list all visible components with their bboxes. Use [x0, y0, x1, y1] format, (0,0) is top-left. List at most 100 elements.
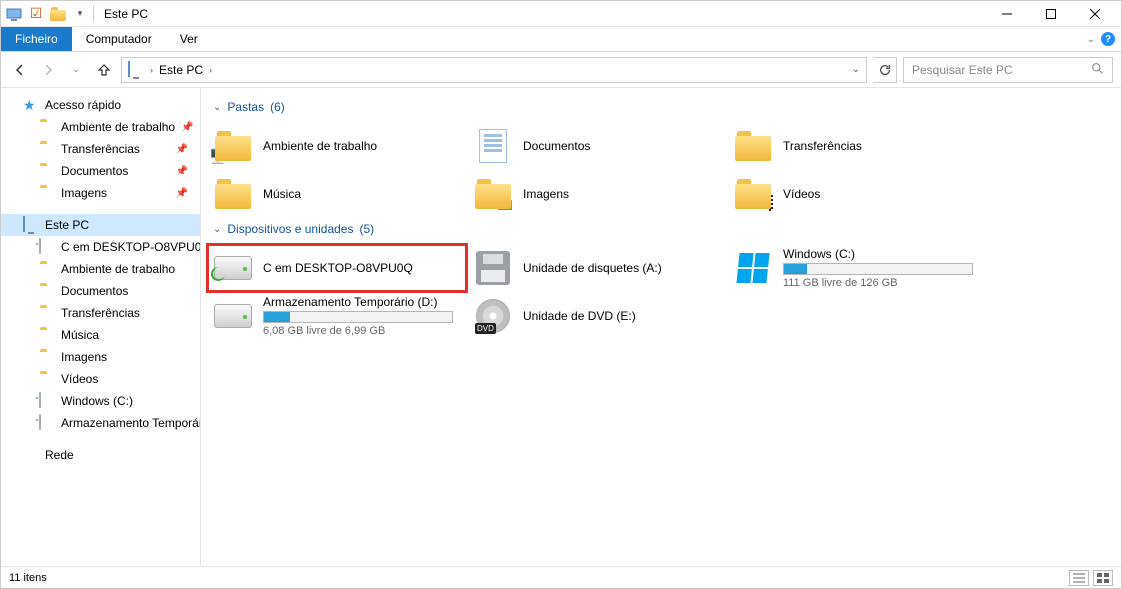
device-netdrive[interactable]: C em DESKTOP-O8VPU0Q: [207, 244, 467, 292]
folder-icon: [39, 371, 55, 387]
folder-icon: [39, 119, 55, 135]
sidebar-item-music[interactable]: Música: [1, 324, 200, 346]
refresh-button[interactable]: [873, 57, 897, 83]
tab-view[interactable]: Ver: [166, 27, 212, 51]
item-label: Unidade de disquetes (A:): [523, 261, 721, 275]
sidebar-item-netdrive[interactable]: C em DESKTOP-O8VPU0Q: [1, 236, 200, 258]
device-floppy[interactable]: Unidade de disquetes (A:): [467, 244, 727, 292]
status-bar: 11 itens: [1, 566, 1121, 588]
qat-new-folder-icon[interactable]: [49, 5, 67, 23]
pin-icon: 📌: [176, 188, 194, 199]
folder-icon: ♪: [213, 174, 253, 214]
folder-videos[interactable]: Vídeos: [727, 170, 987, 218]
maximize-button[interactable]: [1029, 1, 1073, 27]
sidebar-this-pc[interactable]: Este PC: [1, 214, 200, 236]
section-count: (5): [359, 222, 374, 236]
sidebar-item-videos[interactable]: Vídeos: [1, 368, 200, 390]
folder-documents[interactable]: Documentos: [467, 122, 727, 170]
properties-icon[interactable]: ☑: [27, 5, 45, 23]
sidebar-item-pictures[interactable]: Imagens 📌: [1, 182, 200, 204]
folder-icon: 🖥️: [213, 126, 253, 166]
search-input[interactable]: Pesquisar Este PC: [903, 57, 1113, 83]
address-bar[interactable]: › Este PC › ⌄: [121, 57, 867, 83]
device-windows-c[interactable]: Windows (C:) 111 GB livre de 126 GB: [727, 244, 987, 292]
chevron-down-icon: ⌄: [213, 102, 221, 113]
app-icon: [5, 5, 23, 23]
sidebar-item-label: Documentos: [61, 284, 128, 298]
sidebar-item-label: Imagens: [61, 186, 107, 200]
search-placeholder: Pesquisar Este PC: [912, 63, 1091, 77]
windows-drive-icon: [733, 248, 773, 288]
qat-dropdown-icon[interactable]: ▾: [71, 5, 89, 23]
item-label: C em DESKTOP-O8VPU0Q: [263, 261, 461, 275]
chevron-right-icon[interactable]: ›: [150, 65, 153, 75]
sidebar-quick-access[interactable]: ★ Acesso rápido: [1, 94, 200, 116]
device-dvd[interactable]: DVD Unidade de DVD (E:): [467, 292, 727, 340]
sidebar-item-label: Documentos: [61, 164, 128, 178]
forward-button[interactable]: [37, 59, 59, 81]
sidebar-item-pictures[interactable]: Imagens: [1, 346, 200, 368]
view-details-button[interactable]: [1069, 570, 1089, 586]
sidebar-item-label: C em DESKTOP-O8VPU0Q: [61, 240, 201, 254]
device-temp-d[interactable]: Armazenamento Temporário (D:) 6,08 GB li…: [207, 292, 467, 340]
sidebar-item-desktop[interactable]: Ambiente de trabalho 📌: [1, 116, 200, 138]
tab-computer[interactable]: Computador: [72, 27, 166, 51]
sidebar-item-label: Imagens: [61, 350, 107, 364]
tab-file[interactable]: Ficheiro: [1, 27, 72, 51]
documents-icon: [473, 126, 513, 166]
sidebar-item-documents[interactable]: Documentos 📌: [1, 160, 200, 182]
titlebar: ☑ ▾ Este PC: [1, 1, 1121, 27]
sidebar-label: Rede: [45, 448, 74, 462]
sidebar-network[interactable]: Rede: [1, 444, 200, 466]
address-dropdown-icon[interactable]: ⌄: [852, 64, 860, 75]
sidebar-item-downloads[interactable]: Transferências 📌: [1, 138, 200, 160]
folder-downloads[interactable]: ⬇ Transferências: [727, 122, 987, 170]
folder-pictures[interactable]: Imagens: [467, 170, 727, 218]
folder-icon: [39, 141, 55, 157]
folder-icon: [39, 283, 55, 299]
back-button[interactable]: [9, 59, 31, 81]
sidebar-item-temp-drive[interactable]: Armazenamento Temporário: [1, 412, 200, 434]
sidebar-item-label: Windows (C:): [61, 394, 133, 408]
close-button[interactable]: [1073, 1, 1117, 27]
status-item-count: 11 itens: [9, 572, 47, 584]
folder-icon: [39, 185, 55, 201]
view-large-icons-button[interactable]: [1093, 570, 1113, 586]
up-button[interactable]: [93, 59, 115, 81]
folder-icon: [39, 327, 55, 343]
sidebar-item-documents[interactable]: Documentos: [1, 280, 200, 302]
sidebar-item-c-drive[interactable]: Windows (C:): [1, 390, 200, 412]
folder-icon: [473, 174, 513, 214]
item-label: Música: [263, 187, 461, 201]
sidebar-item-label: Transferências: [61, 142, 140, 156]
pin-icon: 📌: [181, 122, 199, 133]
item-subtext: 111 GB livre de 126 GB: [783, 277, 981, 289]
chevron-right-icon[interactable]: ›: [209, 65, 212, 75]
sidebar-item-label: Ambiente de trabalho: [61, 120, 175, 134]
folder-icon: [39, 261, 55, 277]
sidebar-item-downloads[interactable]: Transferências: [1, 302, 200, 324]
breadcrumb-root[interactable]: Este PC: [159, 63, 203, 77]
floppy-icon: [473, 248, 513, 288]
sidebar-item-label: Música: [61, 328, 99, 342]
usage-bar: [263, 311, 453, 323]
drive-icon: [39, 393, 55, 409]
ribbon-collapse-icon[interactable]: ⌄: [1087, 34, 1095, 45]
folder-desktop[interactable]: 🖥️ Ambiente de trabalho: [207, 122, 467, 170]
drive-icon: [39, 415, 55, 431]
item-label: Imagens: [523, 187, 721, 201]
sidebar-label: Este PC: [45, 218, 89, 232]
section-folders-header[interactable]: ⌄ Pastas (6): [213, 100, 1115, 114]
folder-icon: [39, 305, 55, 321]
minimize-button[interactable]: [985, 1, 1029, 27]
window-title: Este PC: [104, 7, 148, 21]
sidebar-item-desktop[interactable]: Ambiente de trabalho: [1, 258, 200, 280]
pin-icon: 📌: [176, 166, 194, 177]
folder-music[interactable]: ♪ Música: [207, 170, 467, 218]
help-icon[interactable]: ?: [1101, 32, 1115, 46]
item-label: Unidade de DVD (E:): [523, 309, 721, 323]
recent-dropdown-icon[interactable]: ⌄: [65, 59, 87, 81]
section-devices-header[interactable]: ⌄ Dispositivos e unidades (5): [213, 222, 1115, 236]
pin-icon: 📌: [176, 144, 194, 155]
folders-grid: 🖥️ Ambiente de trabalho Documentos ⬇ Tra…: [207, 122, 1115, 218]
